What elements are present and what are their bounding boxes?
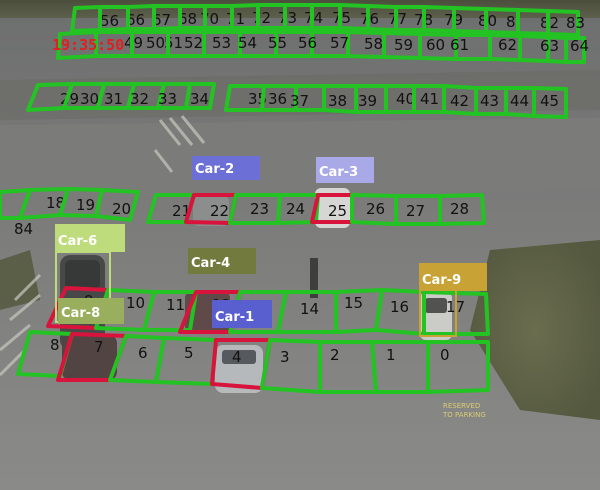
car-detection: Car-8 — [58, 298, 124, 324]
slot-number: 32 — [130, 90, 149, 108]
car-label: Car-3 — [319, 165, 358, 180]
slot-number: 44 — [510, 92, 529, 110]
frame-timestamp: 19:35:50 — [52, 36, 124, 54]
slot-number: 28 — [450, 200, 469, 218]
slot-number: 24 — [286, 200, 305, 218]
slot-number: 45 — [540, 92, 559, 110]
car-label: Car-6 — [58, 234, 97, 249]
slot-number: 7 — [94, 338, 104, 356]
slot-number: 10 — [126, 294, 145, 312]
slot-number: 6 — [138, 344, 148, 362]
slot-number: 1 — [386, 346, 396, 364]
slot-number: 61 — [450, 36, 469, 54]
slot-number: 3 — [280, 348, 290, 366]
slot-number: 55 — [268, 34, 287, 52]
slot-number: 38 — [328, 92, 347, 110]
slot-number: 8 — [506, 13, 516, 31]
slot-number: 5 — [184, 344, 194, 362]
slot-number: 2 — [330, 346, 340, 364]
slot-number: 70 — [200, 10, 219, 28]
slot-number: 42 — [450, 92, 469, 110]
slot-number: 60 — [426, 36, 445, 54]
slot-number: 50 — [146, 34, 165, 52]
car-label: Car-9 — [422, 273, 461, 288]
parking-lot-camera-frame: RESERVED TO PARKING 56 66 67 68 70 71 72 73 74 75… — [0, 0, 600, 490]
car-label: Car-1 — [215, 310, 254, 325]
slot-number: 4 — [232, 348, 242, 366]
slot-number: 56 — [298, 34, 317, 52]
car-detection: Car-2 — [192, 156, 260, 180]
slot-number: 20 — [112, 200, 131, 218]
slot-number: 15 — [344, 294, 363, 312]
slot-number: 31 — [104, 90, 123, 108]
slot-number: 72 — [252, 9, 271, 27]
slot-number: 43 — [480, 92, 499, 110]
slot-number: 83 — [566, 14, 585, 32]
slot-number: 36 — [268, 90, 287, 108]
slot-number: 71 — [226, 10, 245, 28]
slot-number: 14 — [300, 300, 319, 318]
car-detection: Car-1 — [212, 300, 272, 328]
slot-number: 56 — [100, 12, 119, 30]
slot-number: 52 — [184, 34, 203, 52]
slot-number: 84 — [14, 220, 33, 238]
slot-number: 23 — [250, 200, 269, 218]
slot-number: 0 — [440, 346, 450, 364]
car-detection: Car-3 — [316, 157, 374, 183]
slot-number: 63 — [540, 37, 559, 55]
slot-number: 62 — [498, 36, 517, 54]
car-label: Car-2 — [195, 162, 234, 177]
slot-number: 22 — [210, 202, 229, 220]
slot-number: 34 — [190, 90, 209, 108]
slot-number: 16 — [390, 298, 409, 316]
slot-number: 30 — [80, 90, 99, 108]
slot-number: 33 — [158, 90, 177, 108]
slot-number: 37 — [290, 92, 309, 110]
slot-number: 73 — [278, 9, 297, 27]
slot-number: 27 — [406, 202, 425, 220]
car-label: Car-8 — [61, 306, 100, 321]
slot-number: 57 — [330, 34, 349, 52]
slot-number: 8 — [50, 336, 60, 354]
slot-number: 19 — [76, 196, 95, 214]
slot-number: 59 — [394, 36, 413, 54]
car-detection: Car-4 — [188, 248, 256, 274]
slot-number: 64 — [570, 37, 589, 55]
slot-number: 26 — [366, 200, 385, 218]
car-label: Car-4 — [191, 256, 230, 271]
slot-number: 41 — [420, 90, 439, 108]
slot-number: 11 — [166, 296, 185, 314]
slot-number: 54 — [238, 34, 257, 52]
slot-number: 25 — [328, 202, 347, 220]
slot-number: 39 — [358, 92, 377, 110]
svg-text:RESERVED: RESERVED — [443, 402, 480, 410]
svg-text:TO PARKING: TO PARKING — [442, 411, 486, 419]
slot-number: 53 — [212, 34, 231, 52]
slot-number: 58 — [364, 35, 383, 53]
